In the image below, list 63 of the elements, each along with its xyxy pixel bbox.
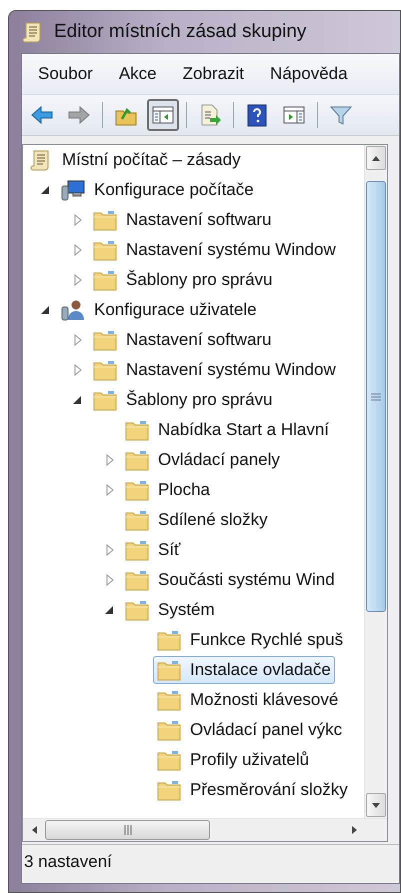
forward-arrow-icon: [67, 103, 91, 127]
horizontal-scrollbar[interactable]: [23, 818, 387, 841]
tree-item[interactable]: Profily uživatelů: [153, 746, 314, 774]
folder-icon: [125, 598, 149, 622]
computer-icon: [61, 178, 85, 202]
toolbar-button[interactable]: [147, 99, 179, 131]
tree-item[interactable]: Funkce Rychlé spuš: [153, 626, 348, 654]
tree-item[interactable]: Systém: [121, 596, 219, 624]
left-arrow-icon: [32, 826, 36, 834]
tree-item[interactable]: Přesměrování složky: [153, 776, 352, 804]
menu-item[interactable]: Soubor: [28, 61, 103, 87]
folder-icon: [157, 718, 181, 742]
folder-icon: [157, 658, 181, 682]
tree-item[interactable]: Ovládací panel výkc: [153, 716, 346, 744]
folder-icon: [125, 568, 149, 592]
scroll-thumb[interactable]: [366, 181, 386, 612]
folder-icon: [93, 238, 117, 262]
folder-icon: [125, 508, 149, 532]
folder-icon: [157, 628, 181, 652]
right-arrow-icon: [352, 826, 356, 834]
up-arrow-icon: [372, 156, 380, 160]
folder-icon: [125, 448, 149, 472]
help-icon: [245, 103, 269, 127]
tree-item[interactable]: Ovládací panely: [121, 446, 284, 474]
window-title: Editor místních zásad skupiny: [54, 21, 306, 43]
folder-icon: [93, 268, 117, 292]
menu-item[interactable]: Akce: [108, 61, 167, 87]
menu-item[interactable]: Nápověda: [260, 61, 358, 87]
tree-item[interactable]: Konfigurace uživatele: [57, 296, 261, 324]
status-text: 3 nastavení: [24, 852, 112, 872]
folder-icon: [125, 418, 149, 442]
tree-item[interactable]: Nabídka Start a Hlavní: [121, 416, 334, 444]
folder-icon: [93, 388, 117, 412]
folder-icon: [157, 688, 181, 712]
tree-item[interactable]: Nastavení systému Window: [89, 356, 340, 384]
folder-icon: [93, 208, 117, 232]
tree-item[interactable]: Šablony pro správu: [89, 386, 276, 414]
tree-item[interactable]: Nastavení systému Window: [89, 236, 340, 264]
tree-item[interactable]: Nastavení softwaru: [89, 206, 276, 234]
folder-icon: [125, 538, 149, 562]
user-icon: [61, 298, 85, 322]
tree-item[interactable]: Instalace ovladače: [153, 656, 335, 684]
scroll-up-button[interactable]: [366, 146, 386, 170]
tree-item[interactable]: Součásti systému Wind: [121, 566, 339, 594]
tree-item[interactable]: Nastavení softwaru: [89, 326, 276, 354]
tree-item[interactable]: Možnosti klávesové: [153, 686, 342, 714]
folder-icon: [157, 748, 181, 772]
scroll-down-button[interactable]: [366, 793, 386, 817]
tree-item[interactable]: Plocha: [121, 476, 214, 504]
down-arrow-icon: [372, 802, 380, 808]
vertical-scrollbar[interactable]: [364, 145, 387, 818]
back-arrow-icon: [30, 103, 54, 127]
folder-icon: [157, 778, 181, 802]
tree-item[interactable]: Síť: [121, 536, 184, 564]
menu-item[interactable]: Zobrazit: [172, 61, 254, 87]
folder-icon: [93, 328, 117, 352]
tree-item[interactable]: Sdílené složky: [121, 506, 272, 534]
tree-item[interactable]: Místní počítač – zásady: [25, 146, 245, 174]
folder-icon: [93, 358, 117, 382]
folder-icon: [125, 478, 149, 502]
tree-item[interactable]: Šablony pro správu: [89, 266, 276, 294]
scroll-thumb[interactable]: [45, 820, 210, 840]
tree-item[interactable]: Konfigurace počítače: [57, 176, 258, 204]
